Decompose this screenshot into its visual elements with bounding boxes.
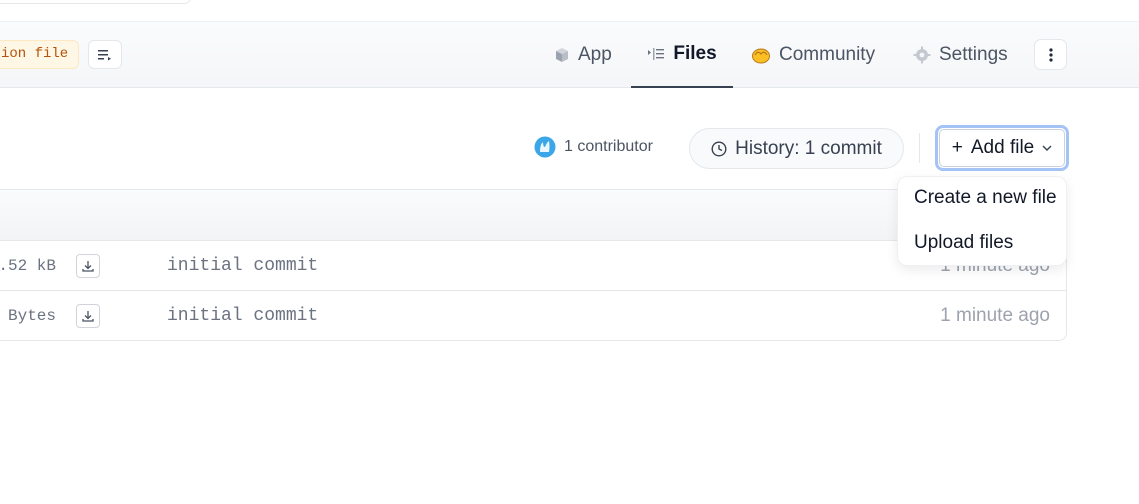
tab-app-label: App — [578, 44, 612, 65]
file-size: .52 kB — [0, 257, 56, 275]
vertical-dots-icon — [1048, 47, 1053, 62]
repo-header: ion file App Files Community Settings — [0, 22, 1139, 88]
tab-community-label: Community — [779, 44, 876, 65]
tab-community[interactable]: Community — [751, 22, 875, 88]
clock-icon — [711, 140, 727, 157]
contributors[interactable]: 1 contributor — [534, 136, 653, 158]
add-file-inner: + Add file — [939, 129, 1065, 167]
tab-settings[interactable]: Settings — [913, 22, 1008, 88]
history-label: History: 1 commit — [735, 137, 882, 159]
files-list-icon — [647, 47, 665, 61]
menu-item-create-new-file[interactable]: Create a new file — [914, 187, 1057, 209]
add-file-dropdown: Create a new file Upload files — [897, 176, 1067, 266]
tab-files[interactable]: Files — [631, 22, 733, 88]
file-size: Bytes — [7, 307, 56, 325]
list-icon — [98, 49, 111, 60]
contributors-label: 1 contributor — [564, 138, 653, 155]
hands-icon — [751, 46, 771, 64]
divider — [919, 133, 920, 163]
plus-icon: + — [951, 137, 963, 158]
add-file-button[interactable]: + Add file — [935, 125, 1069, 171]
table-row[interactable]: Bytes initial commit 1 minute ago — [0, 291, 1066, 341]
tab-settings-label: Settings — [939, 44, 1008, 65]
cube-icon — [554, 47, 570, 63]
download-button[interactable] — [76, 254, 100, 278]
download-icon — [82, 311, 94, 322]
download-button[interactable] — [76, 304, 100, 328]
add-file-label: Add file — [970, 137, 1035, 158]
commit-time: 1 minute ago — [940, 305, 1050, 326]
commit-message[interactable]: initial commit — [167, 291, 318, 341]
top-strip — [0, 0, 1139, 22]
tab-app[interactable]: App — [554, 22, 612, 88]
top-search-pill[interactable] — [0, 0, 192, 4]
commit-message[interactable]: initial commit — [167, 241, 318, 291]
menu-item-upload-files[interactable]: Upload files — [914, 232, 1013, 254]
gear-icon — [913, 46, 931, 64]
history-button[interactable]: History: 1 commit — [689, 128, 904, 169]
tab-files-label: Files — [673, 43, 717, 64]
tag-chip[interactable]: ion file — [0, 40, 80, 69]
contributor-avatar — [534, 136, 556, 158]
chevron-down-icon — [1042, 145, 1052, 151]
download-icon — [82, 261, 94, 272]
page: ion file App Files Community Settings 1 … — [0, 0, 1139, 504]
list-toggle-button[interactable] — [88, 40, 122, 69]
more-options-button[interactable] — [1034, 39, 1067, 70]
